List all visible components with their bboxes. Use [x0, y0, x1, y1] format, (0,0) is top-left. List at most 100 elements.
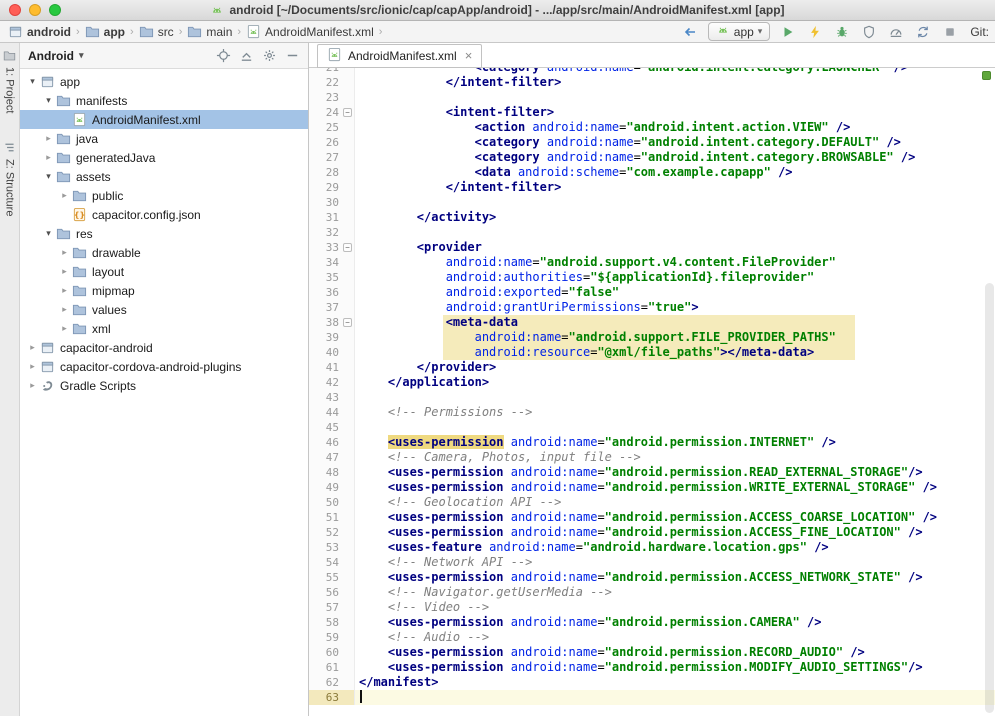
code-line-50[interactable]: 50 <!-- Geolocation API --> [309, 495, 995, 510]
line-number[interactable]: 51 [309, 510, 355, 525]
code-line-37[interactable]: 37 android:grantUriPermissions="true"> [309, 300, 995, 315]
gear-icon[interactable] [262, 48, 277, 63]
tool-window-button-z-structure[interactable]: Z: Structure [3, 141, 16, 216]
tree-item-mipmap[interactable]: ▸mipmap [20, 281, 308, 300]
line-number[interactable]: 36 [309, 285, 355, 300]
code-line-23[interactable]: 23 [309, 90, 995, 105]
line-number[interactable]: 52 [309, 525, 355, 540]
project-view-selector[interactable]: Android ▾ [28, 49, 84, 63]
locate-file-icon[interactable] [216, 48, 231, 63]
line-number[interactable]: 43 [309, 390, 355, 405]
code-line-27[interactable]: 27 <category android:name="android.inten… [309, 150, 995, 165]
line-number[interactable]: 27 [309, 150, 355, 165]
tree-item-generatedjava[interactable]: ▸generatedJava [20, 148, 308, 167]
breadcrumb-item-app[interactable]: app [83, 24, 127, 39]
line-number[interactable]: 26 [309, 135, 355, 150]
tree-item-drawable[interactable]: ▸drawable [20, 243, 308, 262]
line-number[interactable]: 45 [309, 420, 355, 435]
code-line-44[interactable]: 44 <!-- Permissions --> [309, 405, 995, 420]
code-line-30[interactable]: 30 [309, 195, 995, 210]
breadcrumb-item-androidmanifest-xml[interactable]: AndroidManifest.xml [244, 24, 376, 39]
tree-item-values[interactable]: ▸values [20, 300, 308, 319]
code-line-63[interactable]: 63 [309, 690, 995, 705]
debug-button[interactable] [833, 23, 851, 41]
editor-tab[interactable]: AndroidManifest.xml × [317, 44, 482, 68]
code-line-55[interactable]: 55 <uses-permission android:name="androi… [309, 570, 995, 585]
code-line-42[interactable]: 42 </application> [309, 375, 995, 390]
line-number[interactable]: 35 [309, 270, 355, 285]
inspection-status-icon[interactable] [982, 71, 991, 80]
chevron-collapsed-icon[interactable]: ▸ [58, 285, 71, 296]
chevron-collapsed-icon[interactable]: ▸ [26, 380, 39, 391]
line-number[interactable]: 40 [309, 345, 355, 360]
code-line-43[interactable]: 43 [309, 390, 995, 405]
tree-item-public[interactable]: ▸public [20, 186, 308, 205]
line-number[interactable]: 56 [309, 585, 355, 600]
line-number[interactable]: 23 [309, 90, 355, 105]
line-number[interactable]: 49 [309, 480, 355, 495]
chevron-collapsed-icon[interactable]: ▸ [58, 304, 71, 315]
chevron-collapsed-icon[interactable]: ▸ [26, 342, 39, 353]
breadcrumb-item-main[interactable]: main [185, 24, 234, 39]
code-line-33[interactable]: 33− <provider [309, 240, 995, 255]
code-line-62[interactable]: 62</manifest> [309, 675, 995, 690]
tree-item-res[interactable]: ▾res [20, 224, 308, 243]
chevron-collapsed-icon[interactable]: ▸ [58, 323, 71, 334]
line-number[interactable]: 62 [309, 675, 355, 690]
chevron-expanded-icon[interactable]: ▾ [26, 76, 39, 87]
close-window-button[interactable] [9, 4, 21, 16]
line-number[interactable]: 50 [309, 495, 355, 510]
line-number[interactable]: 48 [309, 465, 355, 480]
code-line-32[interactable]: 32 [309, 225, 995, 240]
fold-marker-icon[interactable]: − [343, 318, 352, 327]
line-number[interactable]: 28 [309, 165, 355, 180]
minimize-window-button[interactable] [29, 4, 41, 16]
code-line-46[interactable]: 46 <uses-permission android:name="androi… [309, 435, 995, 450]
chevron-collapsed-icon[interactable]: ▸ [58, 247, 71, 258]
code-line-59[interactable]: 59 <!-- Audio --> [309, 630, 995, 645]
line-number[interactable]: 32 [309, 225, 355, 240]
code-line-52[interactable]: 52 <uses-permission android:name="androi… [309, 525, 995, 540]
tool-window-button-1-project[interactable]: 1: Project [3, 49, 16, 113]
code-line-40[interactable]: 40 android:resource="@xml/file_paths"></… [309, 345, 995, 360]
line-number[interactable]: 39 [309, 330, 355, 345]
profiler-button[interactable] [887, 23, 905, 41]
chevron-collapsed-icon[interactable]: ▸ [58, 266, 71, 277]
code-line-51[interactable]: 51 <uses-permission android:name="androi… [309, 510, 995, 525]
line-number[interactable]: 24− [309, 105, 355, 120]
line-number[interactable]: 22 [309, 75, 355, 90]
line-number[interactable]: 47 [309, 450, 355, 465]
line-number[interactable]: 44 [309, 405, 355, 420]
line-number[interactable]: 38− [309, 315, 355, 330]
line-number[interactable]: 31 [309, 210, 355, 225]
chevron-collapsed-icon[interactable]: ▸ [26, 361, 39, 372]
code-line-53[interactable]: 53 <uses-feature android:name="android.h… [309, 540, 995, 555]
code-line-28[interactable]: 28 <data android:scheme="com.example.cap… [309, 165, 995, 180]
tree-item-gradle-scripts[interactable]: ▸Gradle Scripts [20, 376, 308, 395]
chevron-collapsed-icon[interactable]: ▸ [58, 190, 71, 201]
code-line-34[interactable]: 34 android:name="android.support.v4.cont… [309, 255, 995, 270]
breadcrumb-item-android[interactable]: android [6, 24, 73, 39]
line-number[interactable]: 53 [309, 540, 355, 555]
line-number[interactable]: 25 [309, 120, 355, 135]
tree-item-assets[interactable]: ▾assets [20, 167, 308, 186]
line-number[interactable]: 41 [309, 360, 355, 375]
code-line-35[interactable]: 35 android:authorities="${applicationId}… [309, 270, 995, 285]
code-line-39[interactable]: 39 android:name="android.support.FILE_PR… [309, 330, 995, 345]
close-tab-icon[interactable]: × [465, 48, 473, 63]
code-line-25[interactable]: 25 <action android:name="android.intent.… [309, 120, 995, 135]
code-line-29[interactable]: 29 </intent-filter> [309, 180, 995, 195]
code-line-31[interactable]: 31 </activity> [309, 210, 995, 225]
line-number[interactable]: 54 [309, 555, 355, 570]
line-number[interactable]: 55 [309, 570, 355, 585]
collapse-all-icon[interactable] [239, 48, 254, 63]
line-number[interactable]: 57 [309, 600, 355, 615]
code-line-48[interactable]: 48 <uses-permission android:name="androi… [309, 465, 995, 480]
back-icon[interactable] [681, 23, 699, 41]
line-number[interactable]: 37 [309, 300, 355, 315]
line-number[interactable]: 60 [309, 645, 355, 660]
line-number[interactable]: 63 [309, 690, 355, 705]
code-line-45[interactable]: 45 [309, 420, 995, 435]
line-number[interactable]: 34 [309, 255, 355, 270]
chevron-collapsed-icon[interactable]: ▸ [42, 133, 55, 144]
